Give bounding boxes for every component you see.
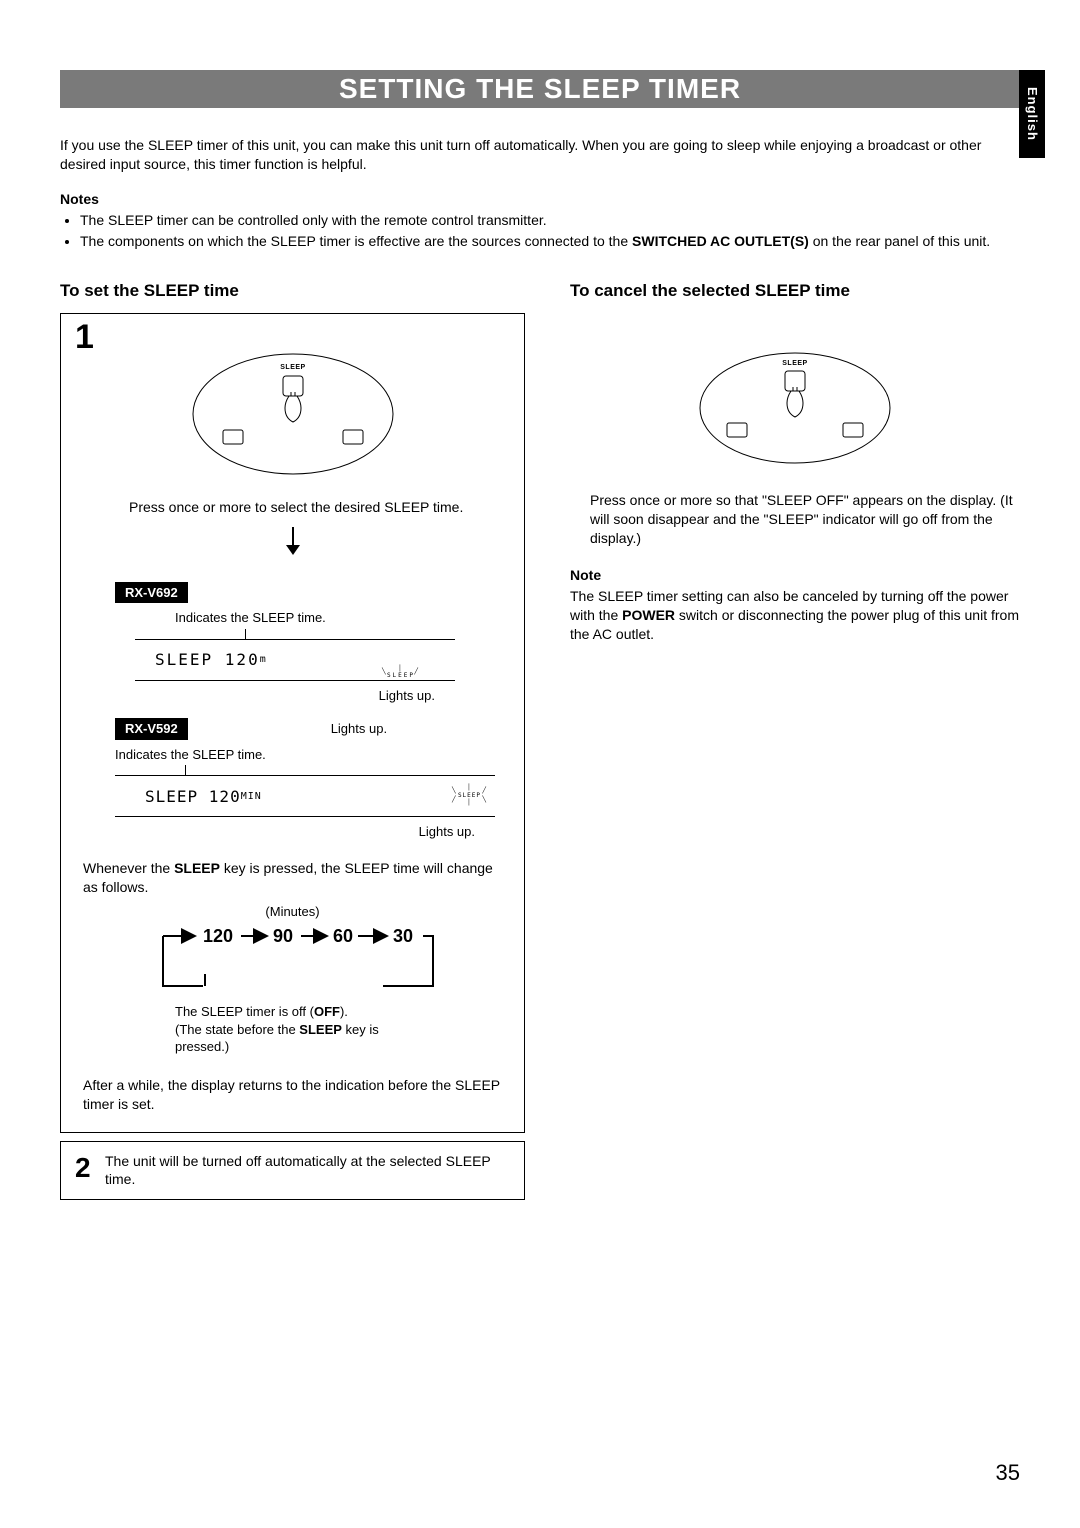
- step-2-text: The unit will be turned off automaticall…: [105, 1152, 510, 1190]
- cancel-press-instruction: Press once or more so that "SLEEP OFF" a…: [590, 491, 1020, 548]
- remote-sleep-diagram: SLEEP: [183, 334, 403, 484]
- cancel-note-paragraph: The SLEEP timer setting can also be canc…: [570, 587, 1020, 644]
- svg-text:30: 30: [393, 926, 413, 946]
- step-2-box: 2 The unit will be turned off automatica…: [60, 1141, 525, 1201]
- model-label-592: RX-V592: [115, 718, 188, 740]
- svg-text:60: 60: [333, 926, 353, 946]
- lights-up-592: Lights up.: [75, 823, 475, 841]
- off-state-note: The SLEEP timer is off (OFF). (The state…: [175, 1003, 395, 1056]
- notes-list: The SLEEP timer can be controlled only w…: [60, 211, 1020, 251]
- subhead-set: To set the SLEEP time: [60, 280, 525, 303]
- after-while-note: After a while, the display returns to th…: [83, 1076, 510, 1114]
- lights-up-592-top: Lights up.: [208, 720, 510, 738]
- indicates-label-692: Indicates the SLEEP time.: [175, 609, 510, 627]
- note-heading: Note: [570, 566, 1020, 585]
- page-number: 35: [996, 1458, 1020, 1488]
- svg-text:90: 90: [273, 926, 293, 946]
- step-1-number: 1: [75, 320, 94, 354]
- model-label-692: RX-V692: [115, 582, 188, 604]
- subhead-cancel: To cancel the selected SLEEP time: [570, 280, 1020, 303]
- step-1-box: 1 SLEEP Press once or more to select the…: [60, 313, 525, 1132]
- page-title-bar: SETTING THE SLEEP TIMER: [60, 70, 1020, 108]
- svg-text:120: 120: [203, 926, 233, 946]
- page-title: SETTING THE SLEEP TIMER: [339, 70, 741, 108]
- display-592: SLEEP 120MIN SLEEP ╲ ╱ ╱ ╲ │ │: [115, 775, 495, 817]
- note-item: The SLEEP timer can be controlled only w…: [80, 211, 1020, 230]
- sleep-key-paragraph: Whenever the SLEEP key is pressed, the S…: [83, 859, 510, 897]
- step-2-number: 2: [75, 1154, 91, 1182]
- remote-sleep-cancel-diagram: SLEEP: [685, 333, 905, 473]
- sleep-button-label: SLEEP: [280, 364, 305, 371]
- sleep-cycle-diagram: (Minutes) 120 90 60 30: [75, 903, 510, 1056]
- display-692: SLEEP 120m SLEEP ╲ ╱ │: [135, 639, 455, 681]
- down-arrow-icon: [75, 527, 510, 561]
- notes-heading: Notes: [60, 190, 1020, 209]
- indicates-label-592: Indicates the SLEEP time.: [115, 746, 510, 764]
- lights-up-692: Lights up.: [75, 687, 435, 705]
- intro-paragraph: If you use the SLEEP timer of this unit,…: [60, 136, 1020, 174]
- display-692-text: SLEEP 120: [155, 649, 260, 671]
- svg-text:SLEEP: SLEEP: [782, 360, 807, 367]
- note-item: The components on which the SLEEP timer …: [80, 232, 1020, 251]
- press-instruction: Press once or more to select the desired…: [129, 498, 510, 517]
- sleep-indicator-592: SLEEP ╲ ╱ ╱ ╲ │ │: [458, 792, 481, 800]
- language-tab: English: [1019, 70, 1045, 158]
- minutes-label: (Minutes): [75, 903, 510, 921]
- display-592-text: SLEEP 120: [145, 786, 241, 808]
- sleep-indicator-692: SLEEP ╲ ╱ │: [387, 672, 415, 680]
